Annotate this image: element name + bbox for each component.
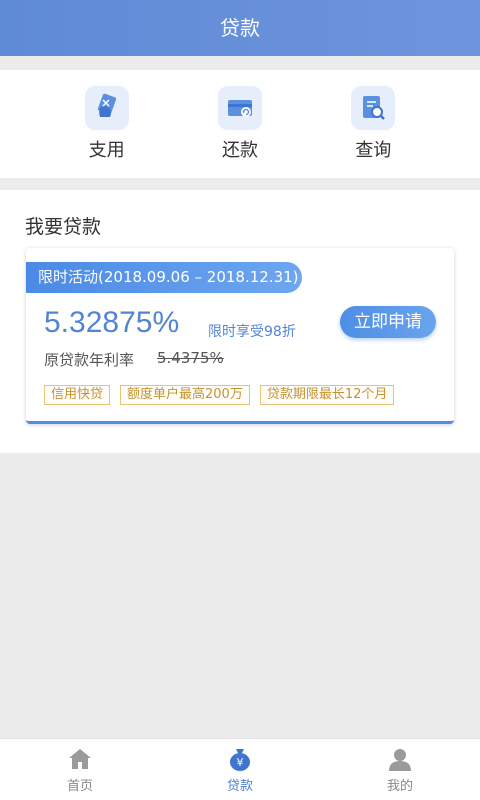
money-bag-icon: ¥ [227,746,253,772]
tab-home[interactable]: 首页 [40,746,120,794]
home-icon [67,746,93,772]
original-rate-value: 5.4375% [157,349,224,367]
apply-button[interactable]: 立即申请 [340,306,436,338]
hand-card-icon [84,86,129,130]
feature-tag: 贷款期限最长12个月 [259,385,395,405]
tab-loan-label: 贷款 [226,778,253,794]
action-withdraw-label: 支用 [88,140,125,161]
loan-section: 我要贷款 限时活动(2018.09.06 – 2018.12.31) 5.328… [0,190,480,453]
discount-text: 限时享受98折 [208,324,296,340]
action-withdraw[interactable]: 支用 [57,86,157,162]
original-rate-label: 原贷款年利率 [44,351,135,369]
tab-mine[interactable]: 我的 [360,746,440,794]
bottom-tab-bar: 首页 ¥ 贷款 我的 [0,738,480,800]
feature-tags: 信用快贷 额度单户最高200万 贷款期限最长12个月 [44,385,395,405]
interest-rate: 5.32875% [44,306,180,339]
action-repay-label: 还款 [221,140,258,161]
search-document-icon [351,86,396,130]
tab-loan[interactable]: ¥ 贷款 [200,746,280,794]
user-icon [387,746,413,772]
card-return-icon [217,86,262,130]
svg-text:¥: ¥ [237,756,244,769]
action-query[interactable]: 查询 [323,86,423,162]
tab-home-label: 首页 [66,778,93,794]
app-header: 贷款 [0,0,480,56]
quick-actions: 支用 还款 查询 [0,70,480,178]
feature-tag: 额度单户最高200万 [120,385,250,405]
action-repay[interactable]: 还款 [190,86,290,162]
promo-banner: 限时活动(2018.09.06 – 2018.12.31) [26,262,302,293]
feature-tag: 信用快贷 [44,385,111,405]
tab-mine-label: 我的 [386,778,413,794]
section-title: 我要贷款 [25,216,102,238]
loan-product-card[interactable]: 限时活动(2018.09.06 – 2018.12.31) 5.32875% 限… [26,248,454,424]
action-query-label: 查询 [355,140,392,161]
page-title: 贷款 [220,16,260,40]
